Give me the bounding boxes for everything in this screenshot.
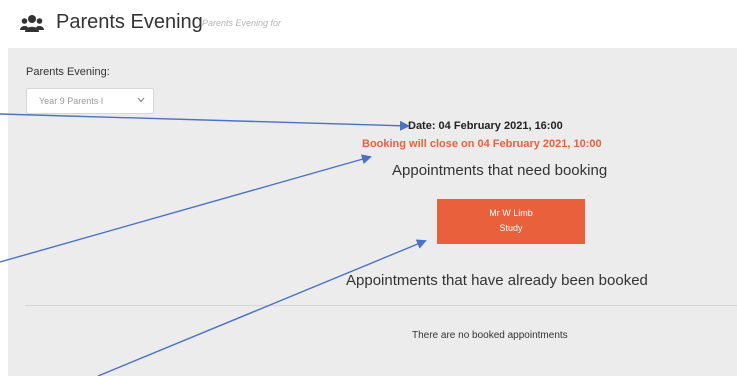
- annotation-arrow-appointment: [97, 239, 427, 376]
- annotation-arrow-date: [0, 113, 410, 131]
- annotation-arrow-booking: [0, 154, 372, 263]
- annotation-arrows: [0, 113, 427, 376]
